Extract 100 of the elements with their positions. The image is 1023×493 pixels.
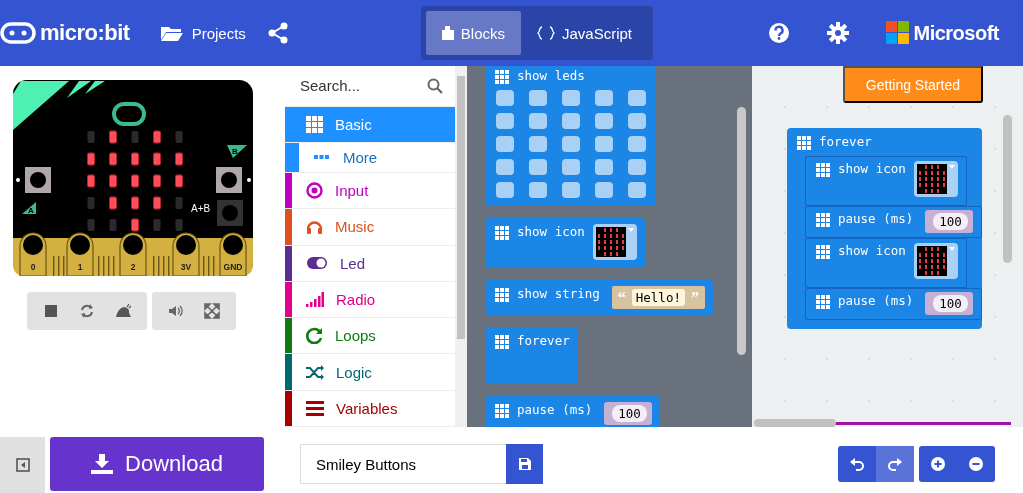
category-item[interactable]: Variables xyxy=(285,390,455,427)
led-toggle[interactable] xyxy=(529,113,547,129)
pin-label: 0 xyxy=(30,262,36,272)
led-toggle[interactable] xyxy=(595,182,613,198)
dots-icon xyxy=(314,154,329,161)
pin-pad[interactable] xyxy=(119,232,147,276)
led-toggle[interactable] xyxy=(595,90,613,106)
zoom-out-icon[interactable] xyxy=(969,457,983,471)
label-flag xyxy=(22,202,36,214)
led-toggle[interactable] xyxy=(595,113,613,129)
grid-icon xyxy=(816,213,830,227)
grid-icon xyxy=(495,288,509,302)
category-item[interactable]: Loops xyxy=(285,318,455,355)
scrollbar-thumb[interactable] xyxy=(1003,115,1012,263)
scrollbar-thumb[interactable] xyxy=(754,419,836,427)
microbit-logo-icon xyxy=(0,22,36,44)
code-block[interactable]: show leds xyxy=(485,66,656,206)
save-button[interactable] xyxy=(506,444,543,484)
led-toggle[interactable] xyxy=(562,113,580,129)
category-item[interactable]: Led xyxy=(285,245,455,282)
collapse-button[interactable] xyxy=(0,437,45,493)
editor-tab[interactable]: JavaScript xyxy=(521,11,649,55)
scrollbar-thumb[interactable] xyxy=(457,76,465,339)
scrollbar-thumb[interactable] xyxy=(737,107,746,355)
led-toggle[interactable] xyxy=(496,90,514,106)
zoom-in-icon[interactable] xyxy=(931,457,945,471)
led-toggle[interactable] xyxy=(562,90,580,106)
led-toggle[interactable] xyxy=(562,159,580,175)
caret-icon xyxy=(948,165,955,169)
push-button[interactable] xyxy=(216,167,242,193)
folder-icon xyxy=(159,24,184,42)
led-toggle[interactable] xyxy=(628,159,646,175)
code-block[interactable]: show string “ Hello! ” xyxy=(485,280,713,315)
grid-icon xyxy=(816,163,830,177)
download-icon xyxy=(91,454,114,474)
undo-icon[interactable] xyxy=(850,457,864,471)
led-toggle[interactable] xyxy=(529,182,547,198)
led-toggle[interactable] xyxy=(496,113,514,129)
string-value-field[interactable]: Hello! xyxy=(631,289,685,306)
refresh-icon xyxy=(306,327,323,345)
projects-button[interactable]: Projects xyxy=(159,24,246,42)
code-block[interactable]: show icon xyxy=(485,218,645,268)
headphones-icon xyxy=(306,218,323,236)
pin-pad[interactable] xyxy=(219,232,247,276)
editor-tab[interactable]: Blocks xyxy=(425,11,521,55)
number-field[interactable]: 100 xyxy=(933,213,968,230)
category-item[interactable]: Logic xyxy=(285,354,455,391)
share-icon[interactable] xyxy=(267,22,288,44)
redo-icon[interactable] xyxy=(888,457,902,471)
led-toggle[interactable] xyxy=(595,159,613,175)
search-field[interactable]: Search... xyxy=(300,77,420,95)
code-block[interactable]: pause (ms) 100 xyxy=(805,288,982,320)
settings-icon[interactable] xyxy=(826,22,849,44)
pin-pad[interactable] xyxy=(172,232,200,276)
led-toggle[interactable] xyxy=(628,136,646,152)
code-block[interactable]: pause (ms) 100 xyxy=(805,206,982,238)
stop-icon[interactable] xyxy=(43,303,59,319)
category-item[interactable]: Radio xyxy=(285,281,455,319)
restart-icon[interactable] xyxy=(79,303,95,319)
push-button[interactable] xyxy=(25,167,51,193)
led-toggle[interactable] xyxy=(496,159,514,175)
led-toggle[interactable] xyxy=(529,90,547,106)
grid-icon xyxy=(495,70,509,84)
category-item[interactable]: More xyxy=(285,142,455,173)
number-field[interactable]: 100 xyxy=(933,295,968,312)
pin-pad[interactable] xyxy=(66,232,94,276)
code-block[interactable]: show icon xyxy=(805,156,967,206)
code-block[interactable]: pause (ms) 100 xyxy=(485,396,660,427)
led-toggle[interactable] xyxy=(562,136,580,152)
project-name-field[interactable]: Smiley Buttons xyxy=(300,444,506,484)
code-block[interactable]: show icon xyxy=(805,238,967,288)
icon-dropdown[interactable] xyxy=(913,243,958,279)
led-toggle[interactable] xyxy=(628,182,646,198)
logo-drawing xyxy=(112,102,146,126)
led-toggle[interactable] xyxy=(562,182,580,198)
led-toggle[interactable] xyxy=(529,159,547,175)
code-block[interactable]: forever show icon pause (ms) 100 show icon pause (ms) 100 xyxy=(787,128,982,329)
number-field[interactable]: 100 xyxy=(612,405,647,422)
icon-dropdown[interactable] xyxy=(913,161,958,197)
led-toggle[interactable] xyxy=(628,90,646,106)
code-block[interactable]: forever xyxy=(485,327,578,384)
led-toggle[interactable] xyxy=(529,136,547,152)
help-icon[interactable] xyxy=(767,22,790,44)
search-icon[interactable] xyxy=(427,77,443,94)
caret-icon xyxy=(627,228,634,232)
category-item[interactable]: Music xyxy=(285,209,455,246)
speaker-icon[interactable] xyxy=(168,303,184,319)
grid-icon xyxy=(495,226,509,240)
led-toggle[interactable] xyxy=(496,136,514,152)
pin-pad[interactable] xyxy=(19,232,47,276)
led-toggle[interactable] xyxy=(628,113,646,129)
led-toggle[interactable] xyxy=(496,182,514,198)
quote-mark: “ xyxy=(617,289,626,306)
button-label: B xyxy=(232,147,238,156)
grid-icon xyxy=(797,136,811,150)
icon-dropdown[interactable] xyxy=(592,224,637,260)
category-item[interactable]: Input xyxy=(285,172,455,210)
button-label: A+B xyxy=(191,203,211,214)
download-button[interactable]: Download xyxy=(50,437,264,491)
led-toggle[interactable] xyxy=(595,136,613,152)
